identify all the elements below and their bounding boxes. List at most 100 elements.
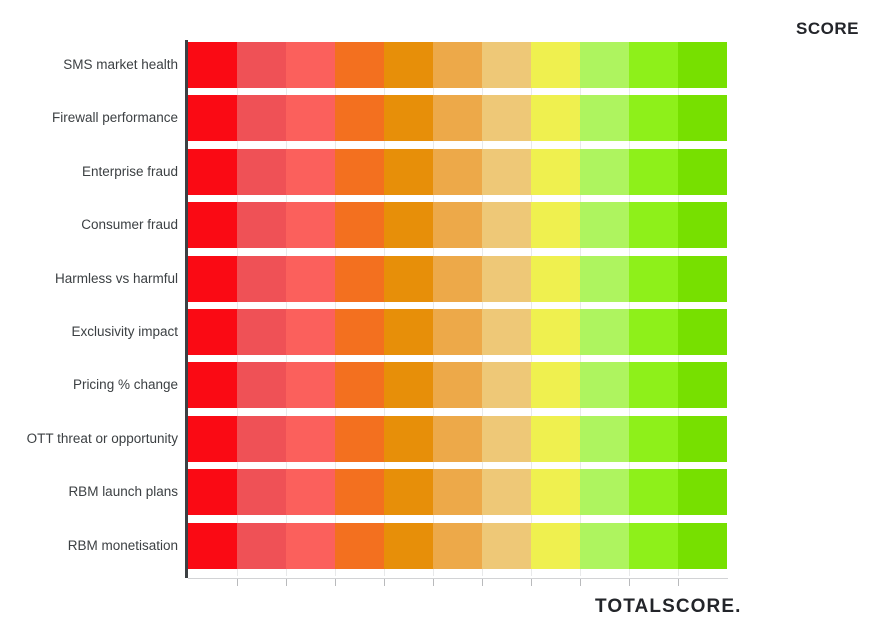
bar-segment-band-9-good[interactable] [580,202,629,249]
bar-row[interactable] [188,148,727,195]
bar-segment-band-9-good[interactable] [580,309,629,355]
bar-row[interactable] [188,362,727,409]
bar-segment-band-4-below-average[interactable] [335,95,384,142]
bar-segment-band-5-weak[interactable] [384,42,433,88]
bar-segment-band-3-poor[interactable] [286,255,335,302]
bar-segment-band-2-very-poor[interactable] [237,95,286,142]
bar-segment-band-7-moderate[interactable] [482,202,531,249]
bar-segment-band-8-neutral[interactable] [531,42,580,88]
bar-segment-band-5-weak[interactable] [384,95,433,142]
bar-row[interactable] [188,309,727,355]
bar-segment-band-9-good[interactable] [580,469,629,516]
bar-segment-band-6-fair[interactable] [433,415,482,462]
bar-segment-band-11-excellent[interactable] [678,255,727,302]
bar-segment-band-6-fair[interactable] [433,255,482,302]
bar-segment-band-4-below-average[interactable] [335,148,384,195]
bar-segment-band-8-neutral[interactable] [531,415,580,462]
bar-segment-band-6-fair[interactable] [433,202,482,249]
bar-segment-band-2-very-poor[interactable] [237,148,286,195]
bar-segment-band-7-moderate[interactable] [482,362,531,409]
bar-segment-band-7-moderate[interactable] [482,42,531,88]
bar-segment-band-1-critical[interactable] [188,469,237,516]
bar-segment-band-3-poor[interactable] [286,42,335,88]
bar-segment-band-8-neutral[interactable] [531,148,580,195]
bar-segment-band-4-below-average[interactable] [335,362,384,409]
bar-segment-band-4-below-average[interactable] [335,522,384,569]
bar-segment-band-8-neutral[interactable] [531,309,580,355]
bar-segment-band-6-fair[interactable] [433,469,482,516]
bar-segment-band-11-excellent[interactable] [678,415,727,462]
bar-row[interactable] [188,415,727,462]
bar-segment-band-10-very-good[interactable] [629,309,678,355]
bar-segment-band-11-excellent[interactable] [678,202,727,249]
bar-segment-band-1-critical[interactable] [188,148,237,195]
bar-segment-band-7-moderate[interactable] [482,95,531,142]
bar-segment-band-4-below-average[interactable] [335,415,384,462]
bar-segment-band-3-poor[interactable] [286,148,335,195]
bar-segment-band-5-weak[interactable] [384,522,433,569]
bar-segment-band-3-poor[interactable] [286,95,335,142]
bar-segment-band-2-very-poor[interactable] [237,415,286,462]
bar-segment-band-3-poor[interactable] [286,415,335,462]
bar-segment-band-1-critical[interactable] [188,95,237,142]
bar-segment-band-10-very-good[interactable] [629,202,678,249]
bar-segment-band-7-moderate[interactable] [482,522,531,569]
bar-segment-band-3-poor[interactable] [286,522,335,569]
bar-segment-band-4-below-average[interactable] [335,469,384,516]
bar-segment-band-7-moderate[interactable] [482,415,531,462]
bar-segment-band-6-fair[interactable] [433,148,482,195]
bar-segment-band-10-very-good[interactable] [629,469,678,516]
bar-segment-band-6-fair[interactable] [433,309,482,355]
bar-segment-band-9-good[interactable] [580,95,629,142]
bar-segment-band-2-very-poor[interactable] [237,202,286,249]
bar-segment-band-5-weak[interactable] [384,415,433,462]
bar-row[interactable] [188,202,727,249]
bar-segment-band-7-moderate[interactable] [482,309,531,355]
bar-segment-band-5-weak[interactable] [384,202,433,249]
bar-segment-band-6-fair[interactable] [433,42,482,88]
bar-segment-band-10-very-good[interactable] [629,42,678,88]
bar-segment-band-3-poor[interactable] [286,309,335,355]
bar-segment-band-10-very-good[interactable] [629,255,678,302]
bar-segment-band-2-very-poor[interactable] [237,42,286,88]
bar-segment-band-6-fair[interactable] [433,362,482,409]
bar-segment-band-6-fair[interactable] [433,95,482,142]
bar-segment-band-4-below-average[interactable] [335,255,384,302]
bar-row[interactable] [188,255,727,302]
bar-segment-band-3-poor[interactable] [286,469,335,516]
bar-segment-band-2-very-poor[interactable] [237,522,286,569]
bar-segment-band-1-critical[interactable] [188,522,237,569]
bar-segment-band-2-very-poor[interactable] [237,362,286,409]
bar-segment-band-1-critical[interactable] [188,309,237,355]
bar-segment-band-1-critical[interactable] [188,415,237,462]
bar-segment-band-10-very-good[interactable] [629,522,678,569]
bar-segment-band-7-moderate[interactable] [482,148,531,195]
bar-row[interactable] [188,469,727,516]
bar-segment-band-11-excellent[interactable] [678,148,727,195]
bar-segment-band-10-very-good[interactable] [629,362,678,409]
bar-segment-band-4-below-average[interactable] [335,202,384,249]
bar-segment-band-5-weak[interactable] [384,362,433,409]
bar-segment-band-3-poor[interactable] [286,202,335,249]
bar-segment-band-5-weak[interactable] [384,469,433,516]
bar-segment-band-1-critical[interactable] [188,202,237,249]
bar-row[interactable] [188,95,727,142]
bar-segment-band-1-critical[interactable] [188,42,237,88]
bar-segment-band-9-good[interactable] [580,255,629,302]
bar-segment-band-11-excellent[interactable] [678,42,727,88]
bar-segment-band-2-very-poor[interactable] [237,309,286,355]
bar-segment-band-1-critical[interactable] [188,362,237,409]
bar-segment-band-11-excellent[interactable] [678,522,727,569]
bar-segment-band-10-very-good[interactable] [629,95,678,142]
bar-segment-band-2-very-poor[interactable] [237,469,286,516]
bar-row[interactable] [188,42,727,88]
bar-segment-band-9-good[interactable] [580,415,629,462]
bar-segment-band-7-moderate[interactable] [482,469,531,516]
bar-segment-band-8-neutral[interactable] [531,362,580,409]
bar-row[interactable] [188,522,727,569]
bar-segment-band-9-good[interactable] [580,362,629,409]
bar-segment-band-11-excellent[interactable] [678,469,727,516]
bar-segment-band-4-below-average[interactable] [335,309,384,355]
bar-segment-band-8-neutral[interactable] [531,469,580,516]
bar-segment-band-9-good[interactable] [580,522,629,569]
